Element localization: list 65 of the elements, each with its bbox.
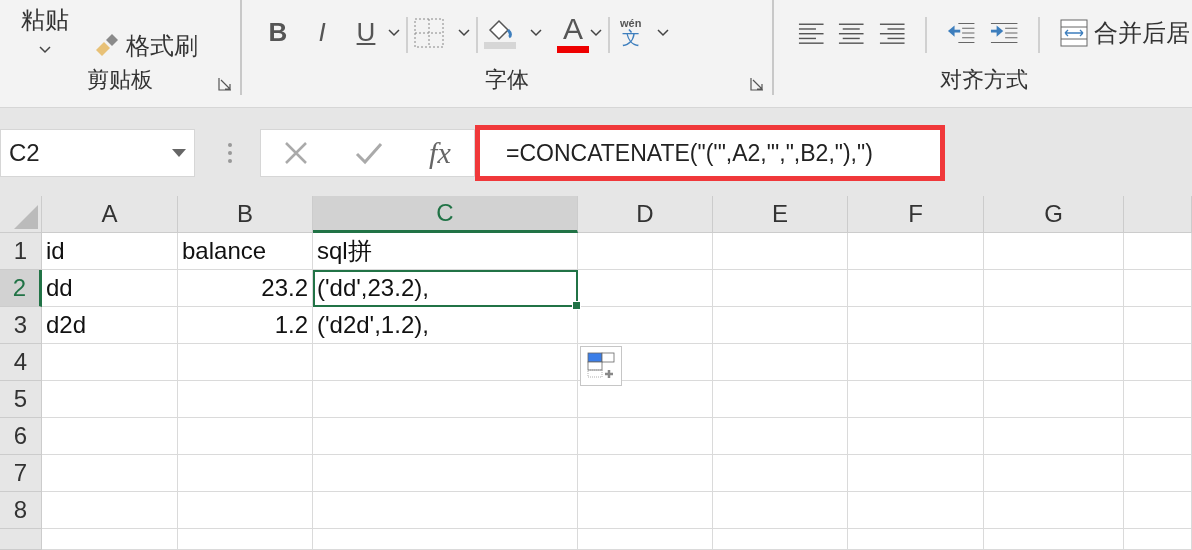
column-header[interactable]: C bbox=[313, 196, 578, 233]
table-cell: ('dd',23.2), bbox=[313, 270, 578, 307]
table-cell bbox=[1124, 418, 1192, 455]
column-header[interactable]: D bbox=[578, 196, 713, 233]
table-cell: d2d bbox=[42, 307, 178, 344]
table-cell bbox=[1124, 455, 1192, 492]
increase-indent-icon[interactable] bbox=[989, 20, 1019, 45]
check-icon[interactable] bbox=[354, 141, 383, 165]
row-header[interactable]: 8 bbox=[0, 492, 42, 529]
dialog-launcher-icon[interactable] bbox=[750, 77, 764, 91]
row-header[interactable]: 3 bbox=[0, 307, 42, 344]
table-cell bbox=[1124, 233, 1192, 270]
group-label: 字体 bbox=[485, 66, 529, 94]
caret-icon[interactable] bbox=[39, 46, 51, 54]
row-header[interactable]: 7 bbox=[0, 455, 42, 492]
brush-icon bbox=[94, 34, 120, 58]
table-cell: 23.2 bbox=[178, 270, 313, 307]
column-header[interactable]: F bbox=[848, 196, 984, 233]
column-header[interactable]: B bbox=[178, 196, 313, 233]
column-header[interactable]: E bbox=[713, 196, 848, 233]
decrease-indent-icon[interactable] bbox=[947, 20, 976, 45]
group-label: 剪贴板 bbox=[87, 66, 153, 94]
table-cell bbox=[1124, 381, 1192, 418]
merge-cells-icon bbox=[1060, 18, 1088, 47]
column-header[interactable]: G bbox=[984, 196, 1124, 233]
column-header[interactable]: A bbox=[42, 196, 178, 233]
table-cell: balance bbox=[178, 233, 313, 270]
table-cell: ('d2d',1.2), bbox=[313, 307, 578, 344]
caret-icon[interactable] bbox=[657, 28, 670, 37]
row-header[interactable]: 4 bbox=[0, 344, 42, 381]
grip-icon bbox=[228, 142, 232, 164]
format-painter-button[interactable]: 格式刷 bbox=[90, 30, 202, 62]
row-header[interactable]: 1 bbox=[0, 233, 42, 270]
name-box[interactable]: C2 bbox=[0, 129, 195, 177]
font-color-button[interactable]: A bbox=[556, 10, 590, 55]
row-header[interactable]: 5 bbox=[0, 381, 42, 418]
table-cell bbox=[1124, 529, 1192, 550]
caret-icon[interactable] bbox=[590, 28, 602, 37]
group-label: 对齐方式 bbox=[940, 66, 1028, 94]
paste-button[interactable]: 粘贴 bbox=[17, 4, 73, 36]
caret-icon[interactable] bbox=[458, 28, 470, 37]
table-cell: sql拼 bbox=[313, 233, 578, 270]
underline-button[interactable]: U bbox=[344, 10, 388, 55]
table-cell: id bbox=[42, 233, 178, 270]
paste-options-icon[interactable] bbox=[580, 346, 622, 386]
table-cell bbox=[1124, 307, 1192, 344]
italic-button[interactable]: I bbox=[300, 10, 344, 55]
merge-center-button[interactable]: 合并后居 bbox=[1060, 16, 1192, 49]
formula-field[interactable]: =CONCATENATE("('",A2,"',",B2,"),") bbox=[475, 125, 945, 181]
table-cell bbox=[1124, 492, 1192, 529]
caret-icon[interactable] bbox=[530, 28, 542, 37]
phonetic-button[interactable]: wén 文 bbox=[616, 18, 646, 47]
insert-function-button[interactable]: fx bbox=[429, 136, 451, 170]
dropdown-icon bbox=[172, 149, 186, 157]
dialog-launcher-icon[interactable] bbox=[218, 77, 232, 91]
triangle-icon bbox=[14, 205, 38, 229]
table-cell bbox=[1124, 270, 1192, 307]
row-header[interactable]: 2 bbox=[0, 270, 42, 307]
table-cell bbox=[1124, 344, 1192, 381]
table-cell: dd bbox=[42, 270, 178, 307]
fill-handle[interactable] bbox=[572, 301, 581, 310]
row-header[interactable]: 6 bbox=[0, 418, 42, 455]
caret-icon[interactable] bbox=[388, 28, 400, 37]
table-cell: 1.2 bbox=[178, 307, 313, 344]
bold-button[interactable]: B bbox=[256, 10, 300, 55]
